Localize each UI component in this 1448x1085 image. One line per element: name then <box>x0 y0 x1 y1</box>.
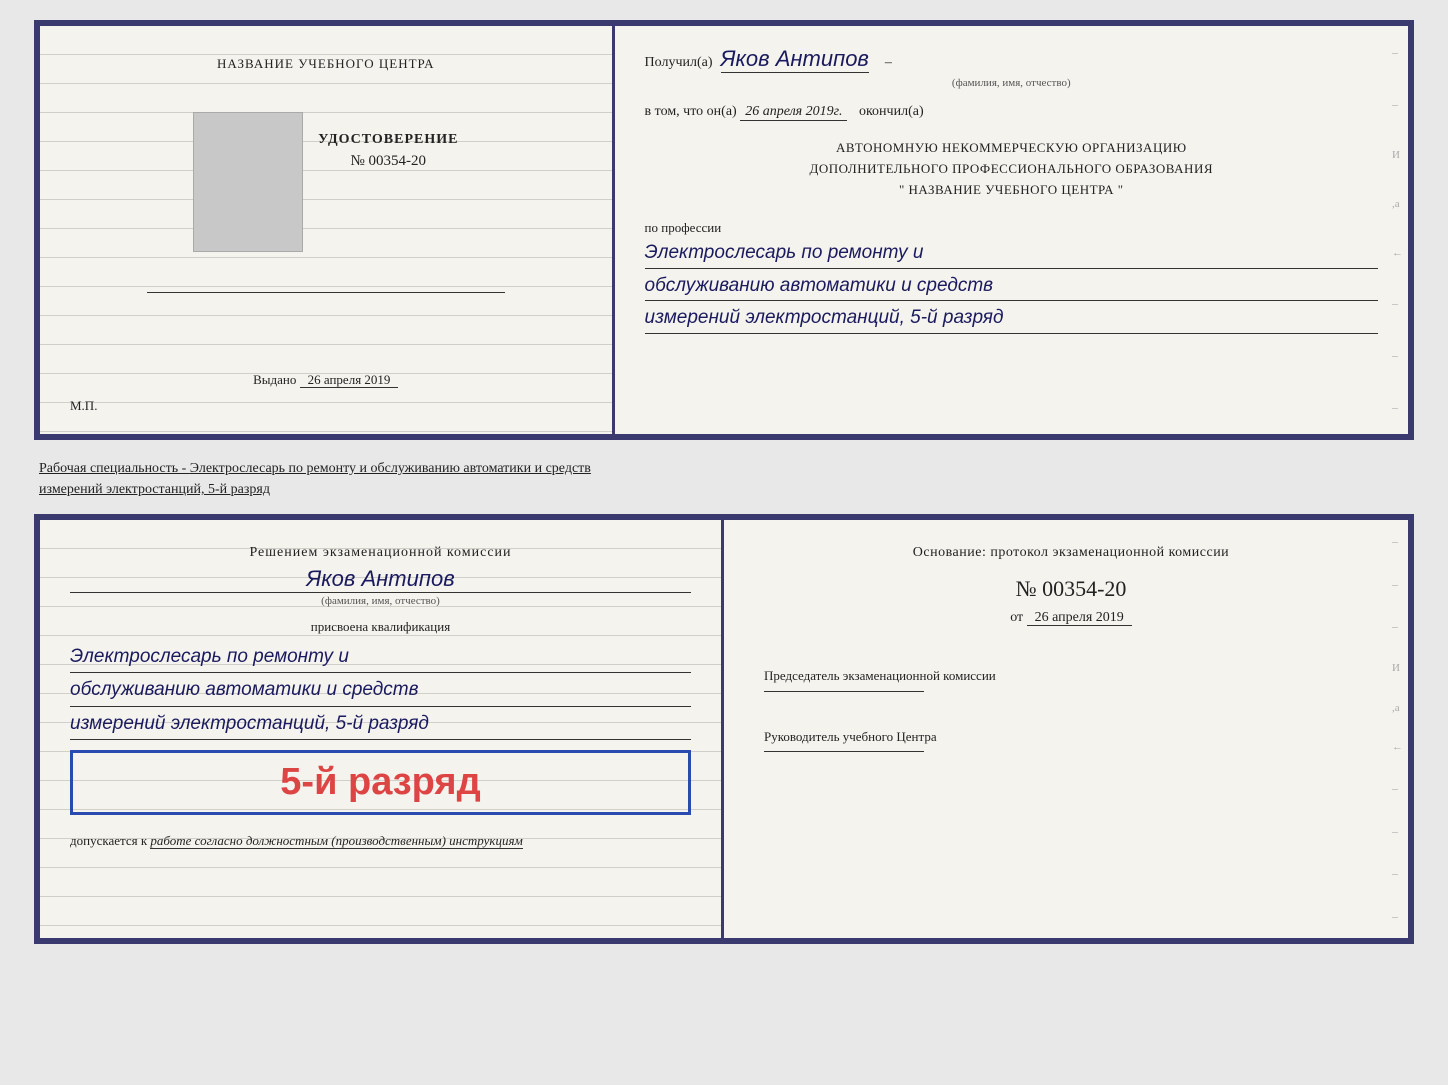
bottom-certificate-spread: Решением экзаменационной комиссии Яков А… <box>34 514 1414 944</box>
head-block: Руководитель учебного Центра <box>764 727 1378 768</box>
top-certificate-spread: НАЗВАНИЕ УЧЕБНОГО ЦЕНТРА УДОСТОВЕРЕНИЕ №… <box>34 20 1414 440</box>
photo-placeholder <box>193 112 303 252</box>
qual-text-2: обслуживанию автоматики и средств <box>70 675 691 706</box>
specialty-text: Рабочая специальность - Электрослесарь п… <box>34 450 1414 504</box>
chairman-block: Председатель экзаменационной комиссии <box>764 666 1378 707</box>
udostoverenie-title: УДОСТОВЕРЕНИЕ <box>318 132 458 148</box>
ot-date: от 26 апреля 2019 <box>764 610 1378 626</box>
razryad-num: 5-й разряд <box>88 761 673 804</box>
profession-text-3: измерений электростанций, 5-й разряд <box>645 304 1378 334</box>
profession-text-1: Электрослесарь по ремонту и <box>645 239 1378 269</box>
decision-text: Решением экзаменационной комиссии <box>70 545 691 561</box>
issued-line: Выдано 26 апреля 2019 <box>253 372 398 388</box>
right-side-deco: – – И ,а ← – – – <box>1392 26 1403 434</box>
osnovanie: Основание: протокол экзаменационной коми… <box>764 545 1378 561</box>
assignee-name: Яков Антипов <box>70 566 691 593</box>
mp-line: М.П. <box>70 398 97 414</box>
bottom-cert-right: Основание: протокол экзаменационной коми… <box>724 520 1408 938</box>
prisvoena-label: присвоена квалификация <box>70 619 691 635</box>
head-sig-line <box>764 751 924 752</box>
top-cert-left: НАЗВАНИЕ УЧЕБНОГО ЦЕНТРА УДОСТОВЕРЕНИЕ №… <box>40 26 615 434</box>
po-professii: по профессии <box>645 220 1378 236</box>
top-cert-right: Получил(а) Яков Антипов – (фамилия, имя,… <box>615 26 1408 434</box>
cert-number: № 00354-20 <box>350 153 426 170</box>
razryad-badge: 5-й разряд <box>70 750 691 815</box>
profession-text-2: обслуживанию автоматики и средств <box>645 272 1378 302</box>
bottom-right-deco: – – – И ,а ← – – – – <box>1392 520 1403 938</box>
recipient-row: Получил(а) Яков Антипов – <box>645 46 1378 75</box>
document-wrapper: НАЗВАНИЕ УЧЕБНОГО ЦЕНТРА УДОСТОВЕРЕНИЕ №… <box>34 20 1414 944</box>
chairman-sig-line <box>764 691 924 692</box>
dopuskaetsya: допускается к работе согласно должностны… <box>70 833 691 849</box>
org-block: АВТОНОМНУЮ НЕКОММЕРЧЕСКУЮ ОРГАНИЗАЦИЮ ДО… <box>645 138 1378 200</box>
assignee-fio-label: (фамилия, имя, отчество) <box>70 595 691 607</box>
org-name-top: НАЗВАНИЕ УЧЕБНОГО ЦЕНТРА <box>217 56 434 72</box>
vtom-line: в том, что он(а) 26 апреля 2019г. окончи… <box>645 104 1378 121</box>
protocol-num: № 00354-20 <box>764 576 1378 602</box>
qual-text-1: Электрослесарь по ремонту и <box>70 642 691 673</box>
qual-text-3: измерений электростанций, 5-й разряд <box>70 709 691 740</box>
bottom-cert-left: Решением экзаменационной комиссии Яков А… <box>40 520 724 938</box>
